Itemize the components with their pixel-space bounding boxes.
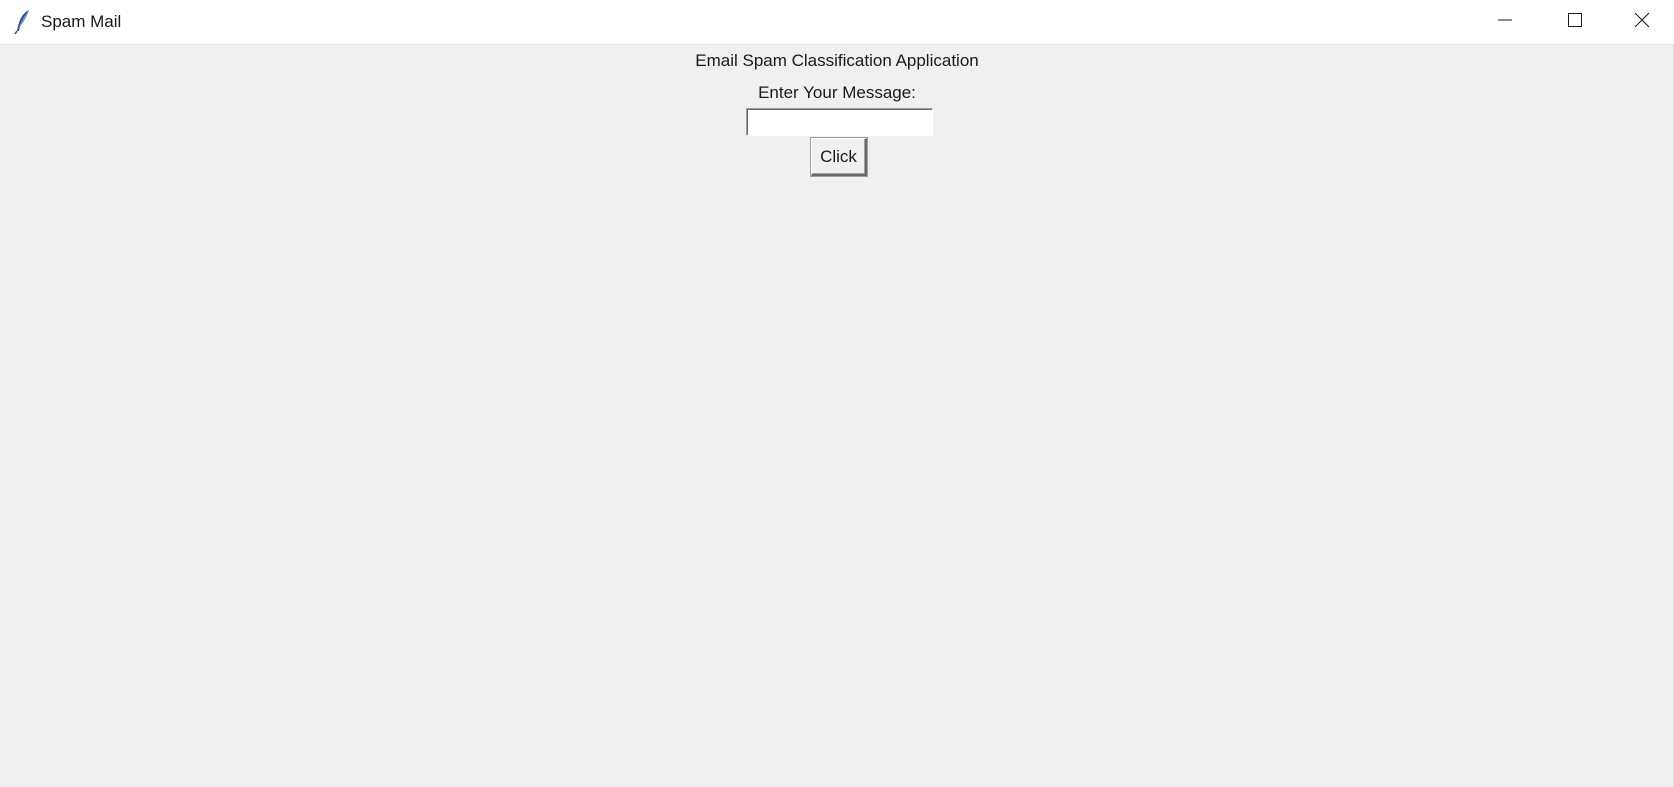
app-window: Spam Mail Email Spam Classification Appl…: [0, 0, 1674, 787]
minimize-icon: [1497, 12, 1513, 33]
close-button[interactable]: [1610, 0, 1674, 44]
app-heading: Email Spam Classification Application: [695, 51, 979, 70]
click-button[interactable]: Click: [811, 138, 867, 176]
client-area: Email Spam Classification Application En…: [0, 45, 1674, 787]
maximize-button[interactable]: [1540, 0, 1610, 44]
feather-icon: [14, 9, 32, 35]
window-title: Spam Mail: [41, 12, 122, 31]
close-icon: [1634, 12, 1650, 33]
maximize-icon: [1567, 12, 1583, 33]
title-bar[interactable]: Spam Mail: [0, 0, 1674, 45]
message-input[interactable]: [746, 108, 933, 136]
minimize-button[interactable]: [1470, 0, 1540, 44]
message-prompt-label: Enter Your Message:: [758, 83, 916, 102]
